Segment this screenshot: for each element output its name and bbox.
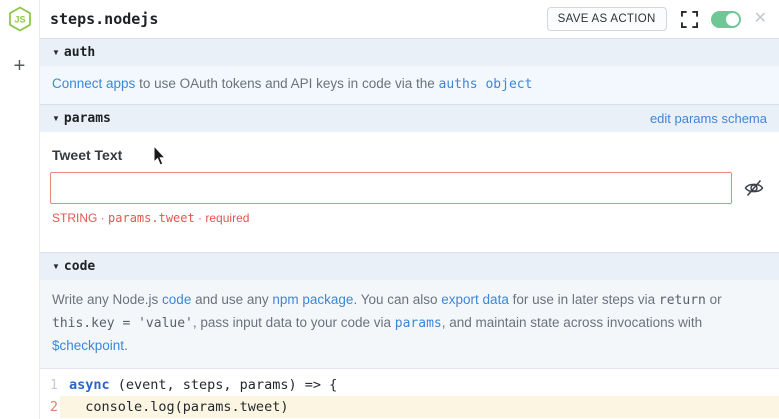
param-path: params.tweet [108,211,195,225]
fullscreen-icon[interactable] [681,11,698,28]
desc-text: Write any Node.js [52,292,162,307]
params-section-header[interactable]: ▼ params edit params schema [40,105,779,132]
code-description: Write any Node.js code and use any npm p… [40,280,779,368]
params-section-label: params [64,111,111,126]
chevron-down-icon: ▼ [52,114,60,123]
step-title: steps.nodejs [50,10,158,28]
code-line-2[interactable]: 2 console.log(params.tweet) [40,396,779,418]
auth-description-text: to use OAuth tokens and API keys in code… [135,76,438,91]
code-section-label: code [64,259,95,274]
keyword-async: async [69,377,110,393]
step-editor-window: JS + steps.nodejs SAVE AS ACTION [0,0,779,419]
chevron-down-icon: ▼ [52,262,60,271]
auths-object-link[interactable]: auths object [439,77,533,92]
toggle-knob [726,13,739,26]
step-header: steps.nodejs SAVE AS ACTION ✕ [40,0,779,38]
close-icon[interactable]: ✕ [754,11,767,27]
auth-section-header[interactable]: ▼ auth [40,39,779,66]
tweet-text-label: Tweet Text [52,147,767,163]
param-required: required [205,211,249,225]
desc-text: and use any [191,292,272,307]
checkpoint-link[interactable]: $checkpoint [52,338,124,353]
auth-section-label: auth [64,45,95,60]
line-number: 2 [40,396,60,418]
hide-value-icon[interactable] [741,177,767,199]
line-number: 1 [40,374,60,396]
auth-description: Connect apps to use OAuth tokens and API… [40,66,779,104]
svg-text:JS: JS [14,15,25,25]
export-data-link[interactable]: export data [441,292,509,307]
return-code-span: return [659,293,706,308]
chevron-down-icon: ▼ [52,48,60,57]
desc-text: for use in later steps via [509,292,659,307]
desc-text: , and maintain state across invocations … [442,315,702,330]
desc-text: , pass input data to your code via [193,315,395,330]
auth-section: ▼ auth Connect apps to use OAuth tokens … [40,38,779,104]
step-enabled-toggle[interactable] [711,11,741,28]
desc-text: . [124,338,128,353]
nodejs-logo-icon: JS [7,6,33,32]
dot-separator: · [195,211,206,225]
left-rail: JS + [0,0,40,419]
param-meta: STRING · params.tweet · required [52,211,767,225]
param-type: STRING [52,211,97,225]
thiskey-code-span: this.key = 'value' [52,316,193,331]
npm-package-link[interactable]: npm package [272,292,353,307]
params-section: ▼ params edit params schema Tweet Text [40,104,779,239]
code-editor[interactable]: 1 async (event, steps, params) => { 2 co… [40,368,779,419]
code-section: ▼ code Write any Node.js code and use an… [40,252,779,419]
dot-separator: · [97,211,108,225]
params-link[interactable]: params [395,316,442,331]
code-text: console.log(params.tweet) [60,396,779,418]
code-docs-link[interactable]: code [162,292,191,307]
desc-text: . You can also [353,292,441,307]
connect-apps-link[interactable]: Connect apps [52,76,135,91]
code-line-1[interactable]: 1 async (event, steps, params) => { [40,374,779,396]
params-body: Tweet Text STRING · params.tweet · [40,132,779,239]
add-step-button[interactable]: + [14,56,26,76]
code-section-header[interactable]: ▼ code [40,253,779,280]
tweet-text-input[interactable] [50,172,732,204]
edit-params-schema-link[interactable]: edit params schema [650,111,767,126]
desc-text: or [706,292,722,307]
code-text: async (event, steps, params) => { [60,374,779,396]
code-text-rest: (event, steps, params) => { [110,377,338,393]
save-as-action-button[interactable]: SAVE AS ACTION [547,7,667,31]
